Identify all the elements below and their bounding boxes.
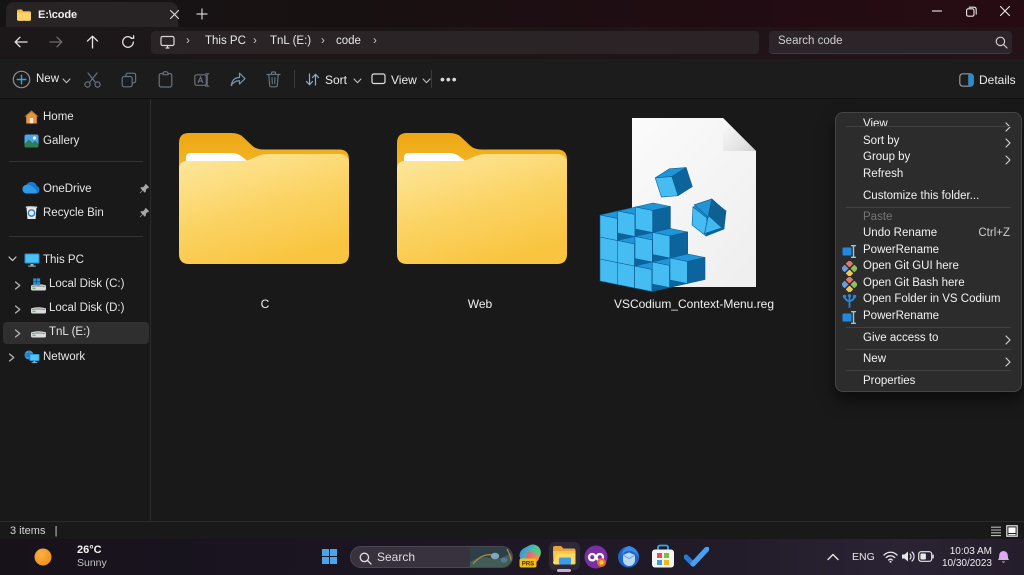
svg-text:PRS: PRS: [522, 562, 534, 568]
